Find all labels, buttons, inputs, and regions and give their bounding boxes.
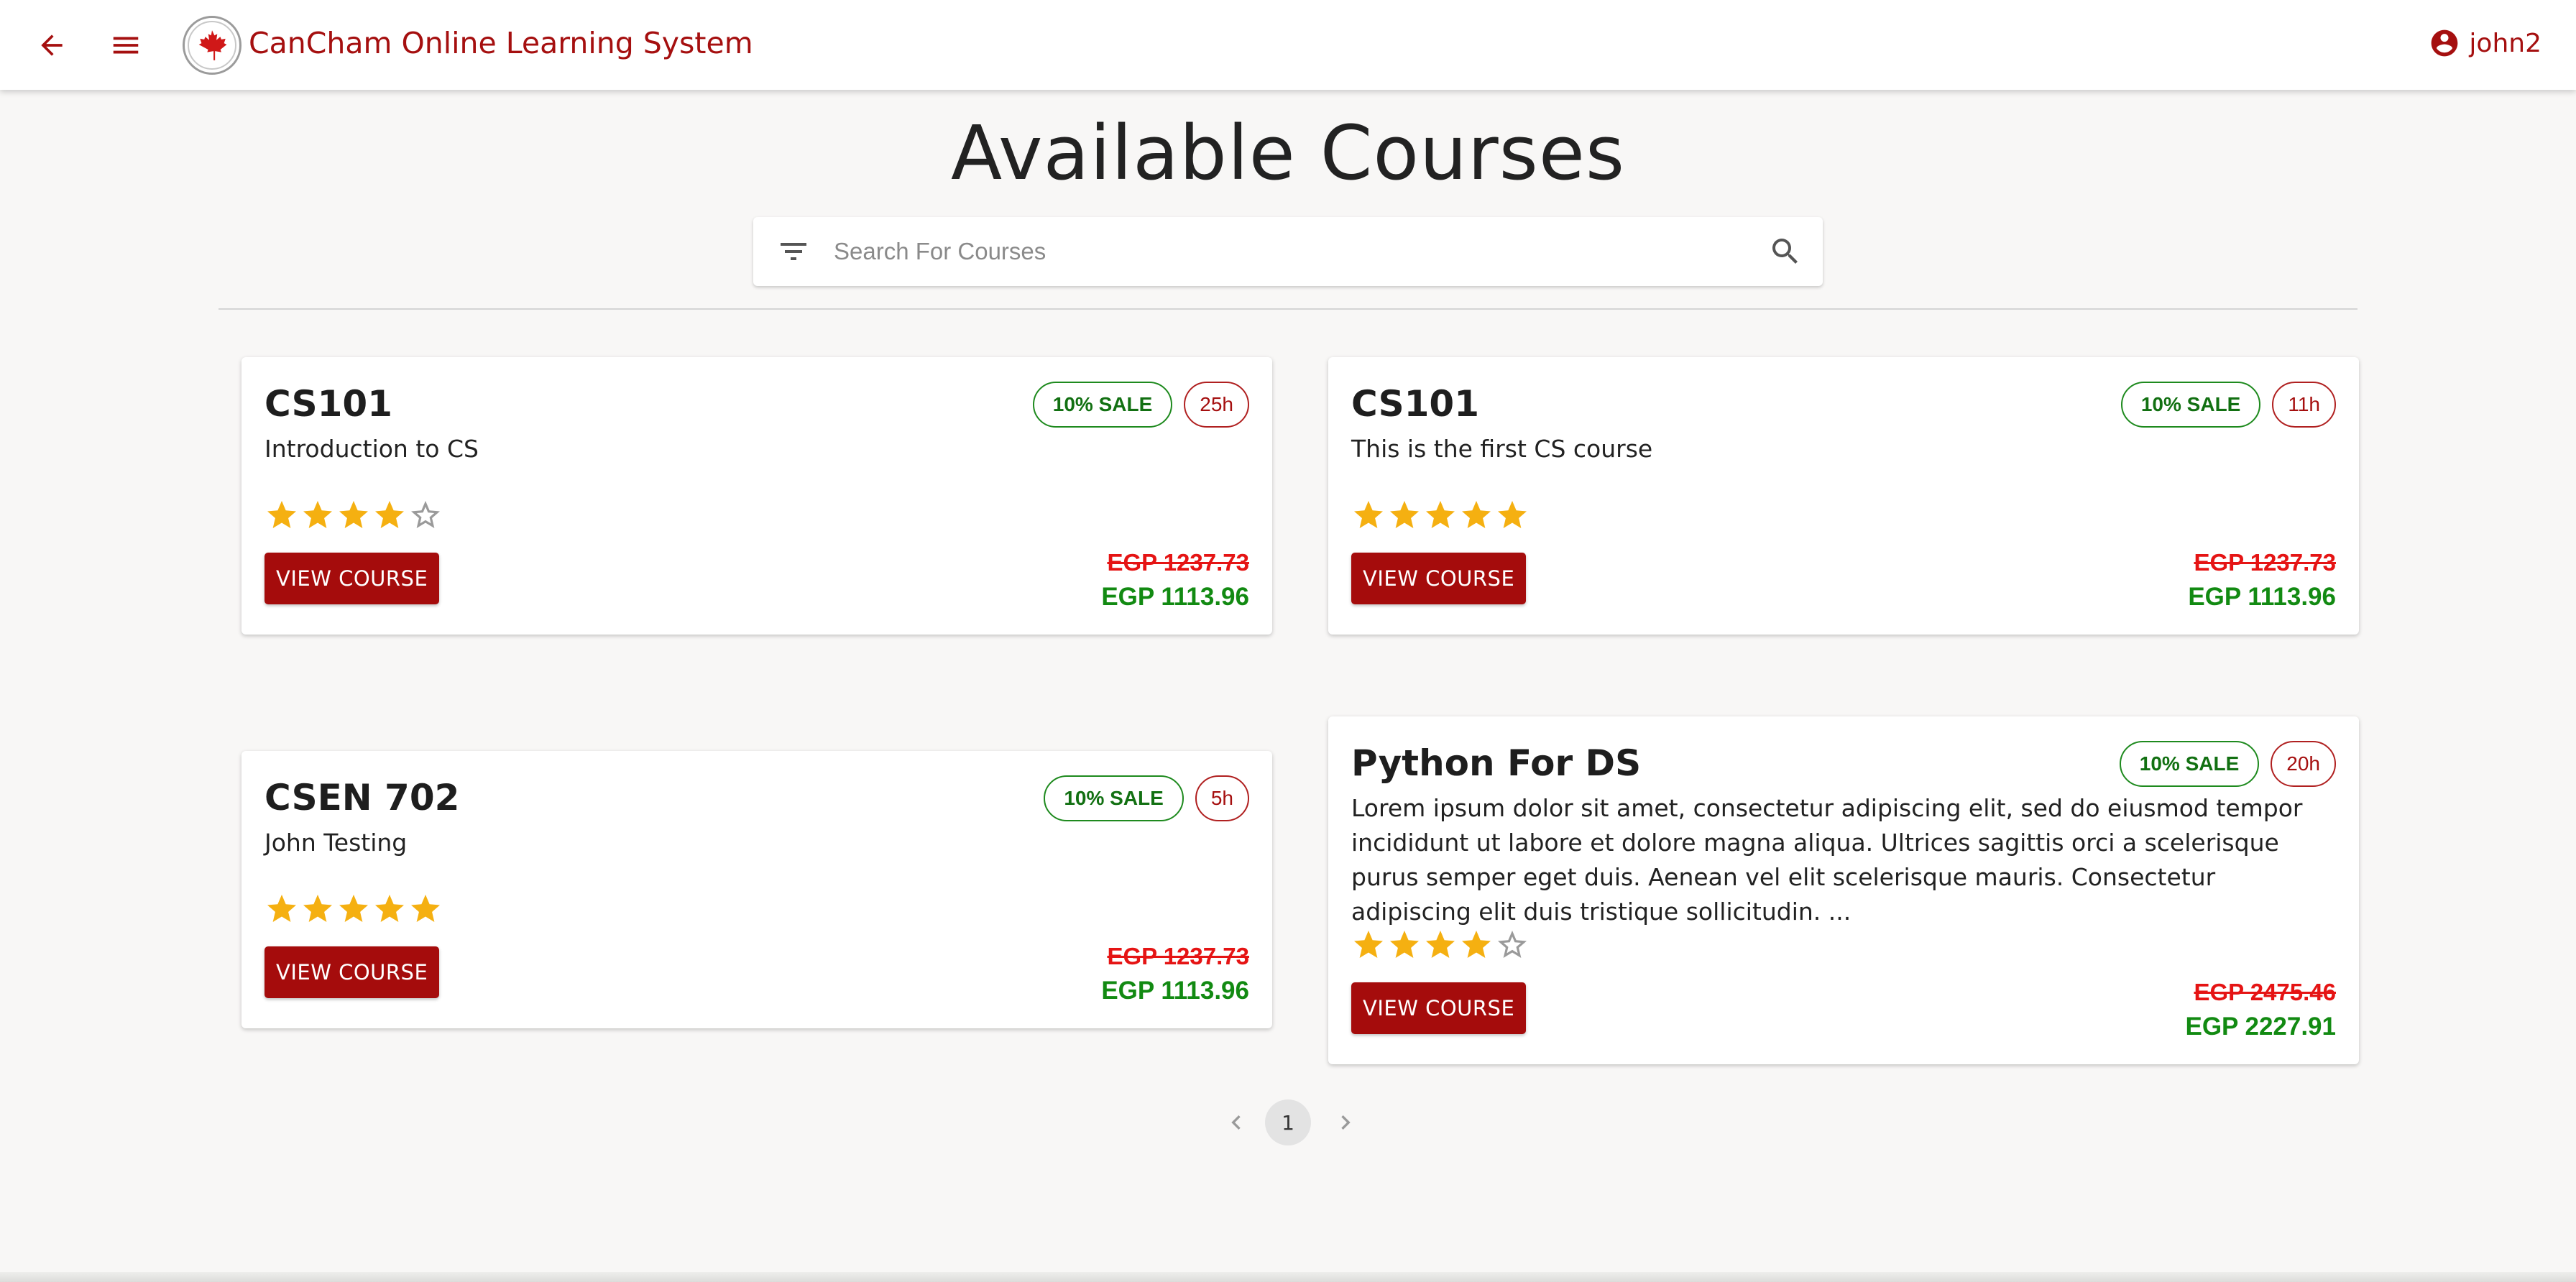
chevron-left-icon[interactable] <box>1222 1108 1251 1137</box>
user-name: john2 <box>2469 28 2542 58</box>
course-card: Python For DS Lorem ipsum dolor sit amet… <box>1328 716 2359 1064</box>
star-filled-icon <box>339 501 368 528</box>
star-filled-icon <box>1426 501 1455 528</box>
course-prices: EGP 1237.73 EGP 1113.96 <box>1101 545 1249 614</box>
view-course-button[interactable]: VIEW COURSE <box>264 946 440 998</box>
course-chips: 10% SALE 11h <box>2120 382 2336 428</box>
star-filled-icon <box>267 501 296 528</box>
course-chips: 10% SALE 25h <box>1032 382 1249 428</box>
course-chips: 10% SALE 20h <box>2119 741 2336 787</box>
logo-seal <box>188 21 236 70</box>
sale-price: EGP 2227.91 <box>2185 1013 2336 1041</box>
search-bar <box>753 217 1823 286</box>
sale-price: EGP 1113.96 <box>1101 977 1249 1005</box>
sale-badge: 10% SALE <box>2119 741 2260 787</box>
star-filled-icon <box>303 501 332 528</box>
star-filled-icon <box>1462 501 1491 528</box>
original-price: EGP 1237.73 <box>2194 549 2336 576</box>
original-price: EGP 1237.73 <box>1107 549 1249 576</box>
course-card: CS101 This is the first CS course 10% SA… <box>1328 357 2359 635</box>
page-button-current[interactable]: 1 <box>1265 1099 1311 1145</box>
course-description: John Testing <box>264 829 408 857</box>
rating-stars <box>1351 498 1530 532</box>
star-filled-icon <box>303 895 332 922</box>
duration-badge: 11h <box>2272 382 2336 428</box>
course-prices: EGP 1237.73 EGP 1113.96 <box>1101 939 1249 1008</box>
course-card: CSEN 702 John Testing 10% SALE 5h VIEW C… <box>242 751 1272 1028</box>
sale-price: EGP 1113.96 <box>2188 583 2336 611</box>
star-filled-icon <box>375 501 404 528</box>
star-filled-icon <box>1426 931 1455 958</box>
cancham-logo[interactable] <box>183 16 242 75</box>
course-description: This is the first CS course <box>1351 435 1653 463</box>
pagination: 1 <box>1222 1099 1354 1145</box>
star-filled-icon <box>375 895 404 922</box>
course-title: CS101 <box>1351 383 1480 425</box>
course-title: CS101 <box>264 383 393 425</box>
hamburger-menu-icon <box>113 37 139 54</box>
course-title: Python For DS <box>1351 742 1642 784</box>
star-filled-icon <box>1498 501 1527 528</box>
filter-icon[interactable] <box>776 234 811 269</box>
course-prices: EGP 1237.73 EGP 1113.96 <box>2188 545 2336 614</box>
sale-badge: 10% SALE <box>2120 382 2261 428</box>
star-outline-icon <box>1498 931 1527 958</box>
star-filled-icon <box>339 895 368 922</box>
view-course-button[interactable]: VIEW COURSE <box>264 553 440 604</box>
rating-stars <box>264 498 443 532</box>
course-description: Lorem ipsum dolor sit amet, consectetur … <box>1351 794 2303 926</box>
star-filled-icon <box>1462 931 1491 958</box>
course-prices: EGP 2475.46 EGP 2227.91 <box>2185 975 2336 1044</box>
original-price: EGP 1237.73 <box>1107 943 1249 969</box>
course-description: Introduction to CS <box>264 435 479 463</box>
app-bar: CanCham Online Learning System john2 <box>0 0 2576 90</box>
bottom-edge <box>0 1272 2576 1282</box>
course-card: CS101 Introduction to CS 10% SALE 25h VI… <box>242 357 1272 635</box>
sale-price: EGP 1113.96 <box>1101 583 1249 611</box>
star-outline-icon <box>411 501 440 528</box>
duration-badge: 25h <box>1184 382 1249 428</box>
page-title: Available Courses <box>950 109 1626 197</box>
search-input[interactable] <box>834 231 1725 272</box>
star-filled-icon <box>1354 931 1383 958</box>
maple-leaf-icon <box>198 30 227 60</box>
user-menu[interactable]: john2 <box>2429 27 2542 59</box>
sale-badge: 10% SALE <box>1044 775 1184 821</box>
rating-stars <box>264 892 443 926</box>
course-chips: 10% SALE 5h <box>1044 775 1249 821</box>
star-filled-icon <box>1354 501 1383 528</box>
divider <box>218 308 2358 310</box>
menu-button[interactable] <box>104 24 147 67</box>
original-price: EGP 2475.46 <box>2194 979 2336 1005</box>
arrow-back-icon <box>41 34 63 56</box>
duration-badge: 5h <box>1195 775 1249 821</box>
course-title: CSEN 702 <box>264 777 460 818</box>
star-filled-icon <box>411 895 440 922</box>
star-filled-icon <box>267 895 296 922</box>
star-filled-icon <box>1390 931 1419 958</box>
back-button[interactable] <box>30 24 73 67</box>
rating-stars <box>1351 928 1530 962</box>
duration-badge: 20h <box>2271 741 2336 787</box>
app-title[interactable]: CanCham Online Learning System <box>249 26 753 60</box>
view-course-button[interactable]: VIEW COURSE <box>1351 982 1527 1034</box>
chevron-right-icon[interactable] <box>1331 1108 1360 1137</box>
view-course-button[interactable]: VIEW COURSE <box>1351 553 1527 604</box>
star-filled-icon <box>1390 501 1419 528</box>
account-circle-icon <box>2432 29 2458 57</box>
search-icon[interactable] <box>1768 234 1803 269</box>
sale-badge: 10% SALE <box>1032 382 1173 428</box>
